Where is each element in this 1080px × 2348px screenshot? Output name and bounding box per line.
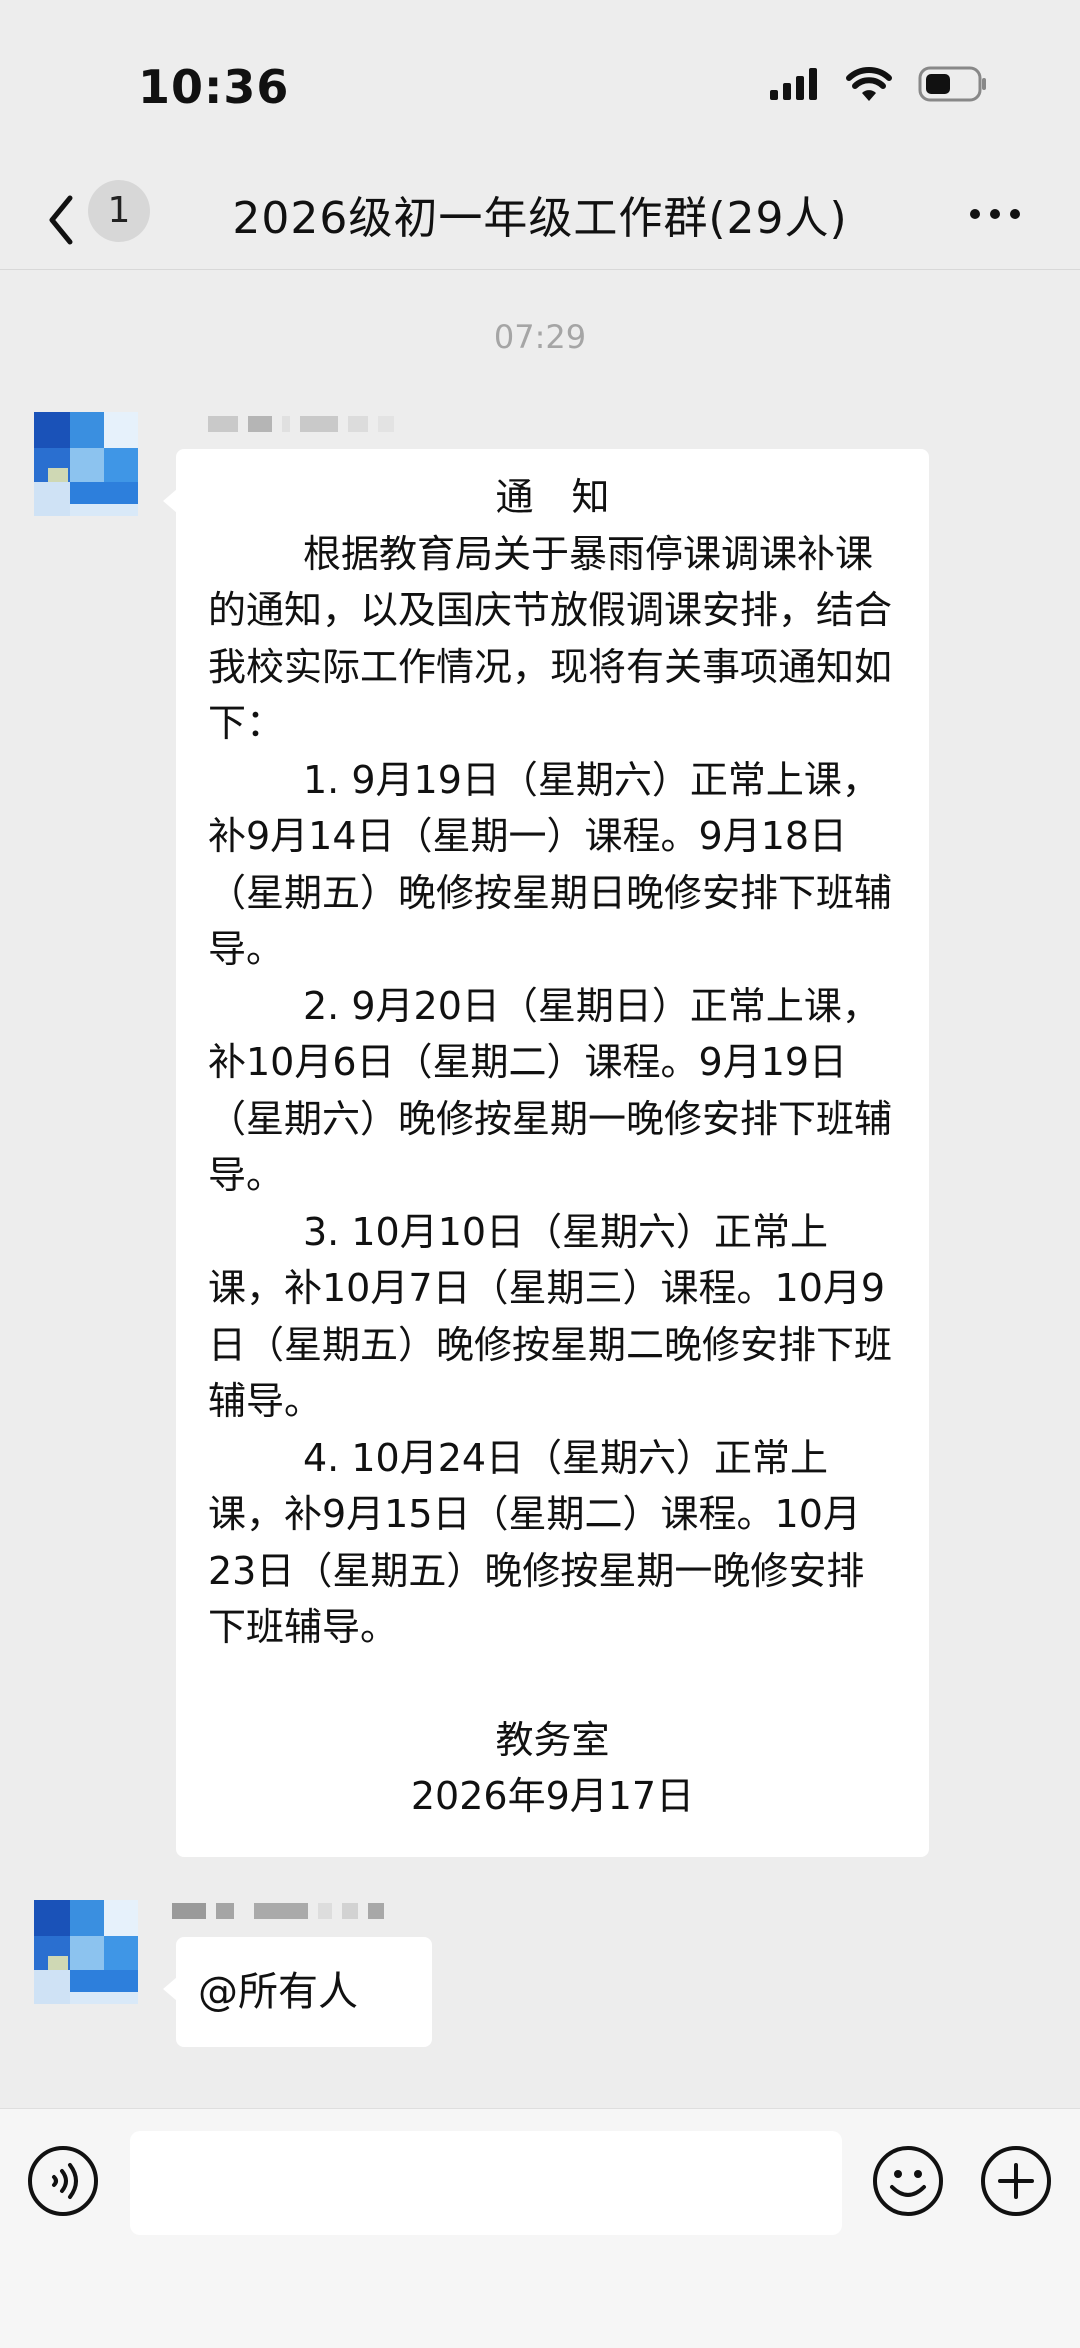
signal-icon xyxy=(770,68,817,100)
message-input[interactable] xyxy=(130,2131,842,2235)
battery-icon xyxy=(918,66,986,102)
chat-title: 2026级初一年级工作群(29人) xyxy=(232,193,848,244)
notice-heading: 通 知 xyxy=(495,475,610,519)
notice-item-1: 1. 9月19日（星期六）正常上课，补9月14日（星期一）课程。9月18日（星期… xyxy=(208,757,893,972)
status-bar: 10:36 xyxy=(0,0,1080,170)
notice-date: 2026年9月17日 xyxy=(410,1774,695,1818)
status-icons xyxy=(770,66,988,102)
notice-item-2: 2. 9月20日（星期日）正常上课，补10月6日（星期二）课程。9月19日（星期… xyxy=(208,983,893,1198)
sender-name-blurred xyxy=(208,416,394,436)
more-icon[interactable] xyxy=(970,204,1030,219)
plus-icon[interactable] xyxy=(980,2145,1052,2217)
avatar[interactable] xyxy=(34,1900,138,2004)
emoji-icon[interactable] xyxy=(872,2145,944,2217)
avatar[interactable] xyxy=(34,412,138,516)
input-bar xyxy=(0,2108,1080,2348)
notice-paragraph: 根据教育局关于暴雨停课调课补课的通知，以及国庆节放假调课安排，结合我校实际工作情… xyxy=(208,531,893,746)
notice-message-bubble[interactable]: 通 知 根据教育局关于暴雨停课调课补课的通知，以及国庆节放假调课安排，结合我校实… xyxy=(163,449,929,1857)
voice-icon[interactable] xyxy=(27,2145,99,2217)
nav-bar: 1 2026级初一年级工作群(29人) xyxy=(0,170,1080,270)
notice-item-4: 4. 10月24日（星期六）正常上课，补9月15日（星期二）课程。10月23日（… xyxy=(208,1435,865,1650)
sender-name-blurred xyxy=(172,1903,384,1923)
status-time: 10:36 xyxy=(138,60,290,114)
wifi-icon xyxy=(846,67,892,101)
notice-signature: 教务室 xyxy=(495,1717,610,1762)
notice-item-3: 3. 10月10日（星期六）正常上课，补10月7日（星期三）课程。10月9日（星… xyxy=(208,1209,893,1424)
mention-message-bubble[interactable]: @所有人 xyxy=(163,1937,432,2047)
message-timestamp: 07:29 xyxy=(493,318,587,356)
